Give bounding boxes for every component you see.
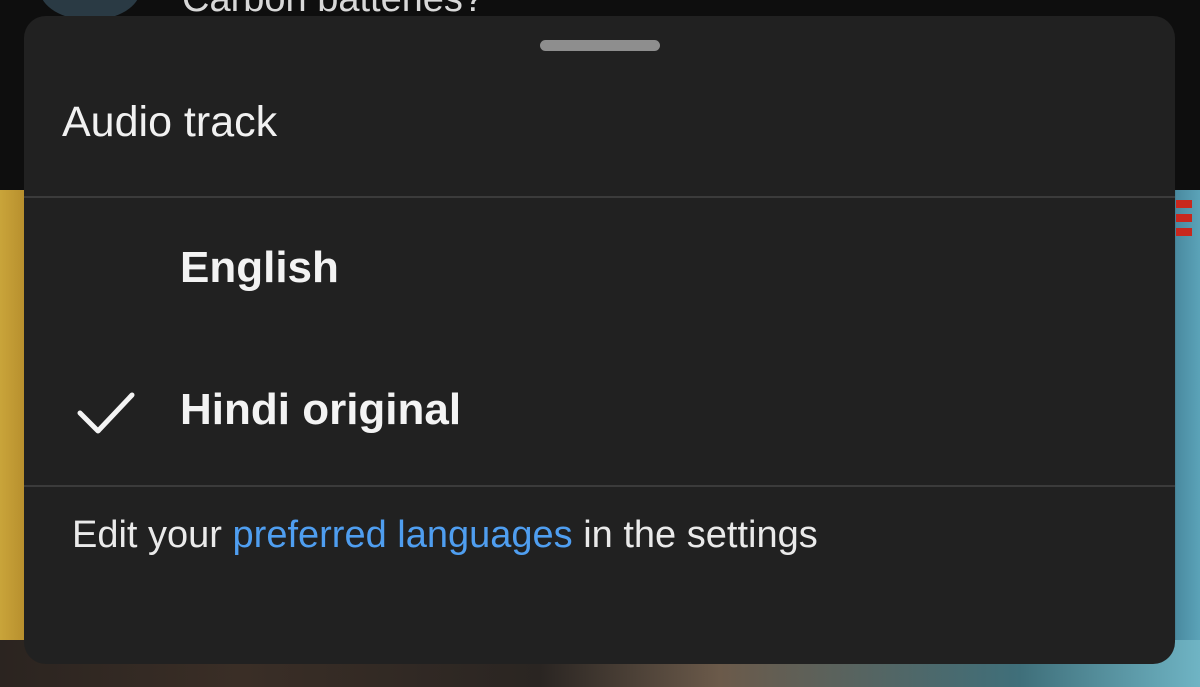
background-thumbnail-mark bbox=[1176, 200, 1192, 240]
divider bbox=[24, 196, 1175, 198]
settings-hint-suffix: in the settings bbox=[572, 514, 818, 556]
audio-track-sheet: Audio track English Hindi original Edit … bbox=[24, 16, 1175, 664]
preferred-languages-link[interactable]: preferred languages bbox=[233, 514, 573, 556]
sheet-title: Audio track bbox=[62, 98, 278, 146]
audio-option-label: Hindi original bbox=[180, 385, 462, 434]
checkmark-icon bbox=[76, 391, 136, 435]
divider bbox=[24, 485, 1175, 487]
audio-option-label: English bbox=[180, 243, 339, 292]
settings-hint: Edit your preferred languages in the set… bbox=[72, 514, 818, 557]
audio-option-hindi-original[interactable]: Hindi original bbox=[24, 341, 1175, 481]
sheet-drag-handle[interactable] bbox=[540, 40, 660, 51]
audio-option-english[interactable]: English bbox=[24, 199, 1175, 339]
settings-hint-prefix: Edit your bbox=[72, 514, 233, 556]
